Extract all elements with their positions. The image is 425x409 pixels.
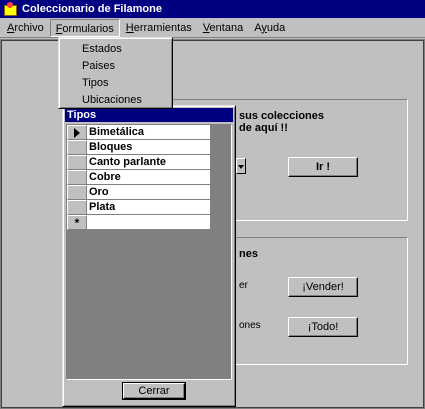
record-selector[interactable] [67,200,87,215]
menu-ventana[interactable]: Ventana [198,19,248,37]
menu-item-estados[interactable]: Estados [59,41,172,58]
record-selector[interactable] [67,155,87,170]
tipos-datasheet[interactable]: Bimetálica Bloques Canto parlante Cobre … [66,124,232,380]
menu-bar: Archivo Formularios Herramientas Ventana… [0,18,425,38]
panel-heading-line2: de aquí !! [239,122,288,134]
new-record-star-icon[interactable]: * [67,215,87,230]
tipos-window[interactable]: Tipos Bimetálica Bloques Canto parlante … [62,105,236,407]
record-selector[interactable] [67,140,87,155]
close-button[interactable]: Cerrar [122,382,186,400]
go-button[interactable]: Ir ! [288,157,358,177]
table-row[interactable]: Canto parlante [67,155,211,170]
menu-item-ubicaciones[interactable]: Ubicaciones [59,92,172,109]
window-title: Coleccionario de Filamone [22,3,162,15]
new-record-cell[interactable] [87,215,211,230]
combo-dropdown-button[interactable] [236,158,246,174]
table-row[interactable]: Bloques [67,140,211,155]
table-cell[interactable]: Oro [87,185,211,200]
sell-button[interactable]: ¡Vender! [288,277,358,297]
app-icon [3,2,17,16]
record-selector[interactable] [67,170,87,185]
actions-heading: nes [239,248,258,260]
table-cell[interactable]: Plata [87,200,211,215]
panel-heading-line1: sus colecciones [239,110,324,122]
table-cell[interactable]: Canto parlante [87,155,211,170]
menu-item-paises[interactable]: Paises [59,58,172,75]
table-row[interactable]: Oro [67,185,211,200]
menu-item-tipos[interactable]: Tipos [59,75,172,92]
all-label: ones [239,320,261,331]
title-bar[interactable]: Coleccionario de Filamone [0,0,425,18]
menu-formularios[interactable]: Formularios [49,18,120,37]
all-button[interactable]: ¡Todo! [288,317,358,337]
menu-archivo[interactable]: Archivo [2,19,49,37]
tipos-window-title[interactable]: Tipos [65,108,233,122]
current-record-pointer-icon[interactable] [67,125,87,140]
menu-herramientas[interactable]: Herramientas [121,19,197,37]
table-cell[interactable]: Bloques [87,140,211,155]
table-row[interactable]: Bimetálica [67,125,211,140]
new-record-row[interactable]: * [67,215,211,230]
sell-label: er [239,280,248,291]
table-row[interactable]: Cobre [67,170,211,185]
table-cell[interactable]: Bimetálica [87,125,211,140]
formularios-menu: Estados Paises Tipos Ubicaciones [58,37,173,109]
table-cell[interactable]: Cobre [87,170,211,185]
menu-ayuda[interactable]: Ayuda [249,19,290,37]
record-selector[interactable] [67,185,87,200]
table-row[interactable]: Plata [67,200,211,215]
